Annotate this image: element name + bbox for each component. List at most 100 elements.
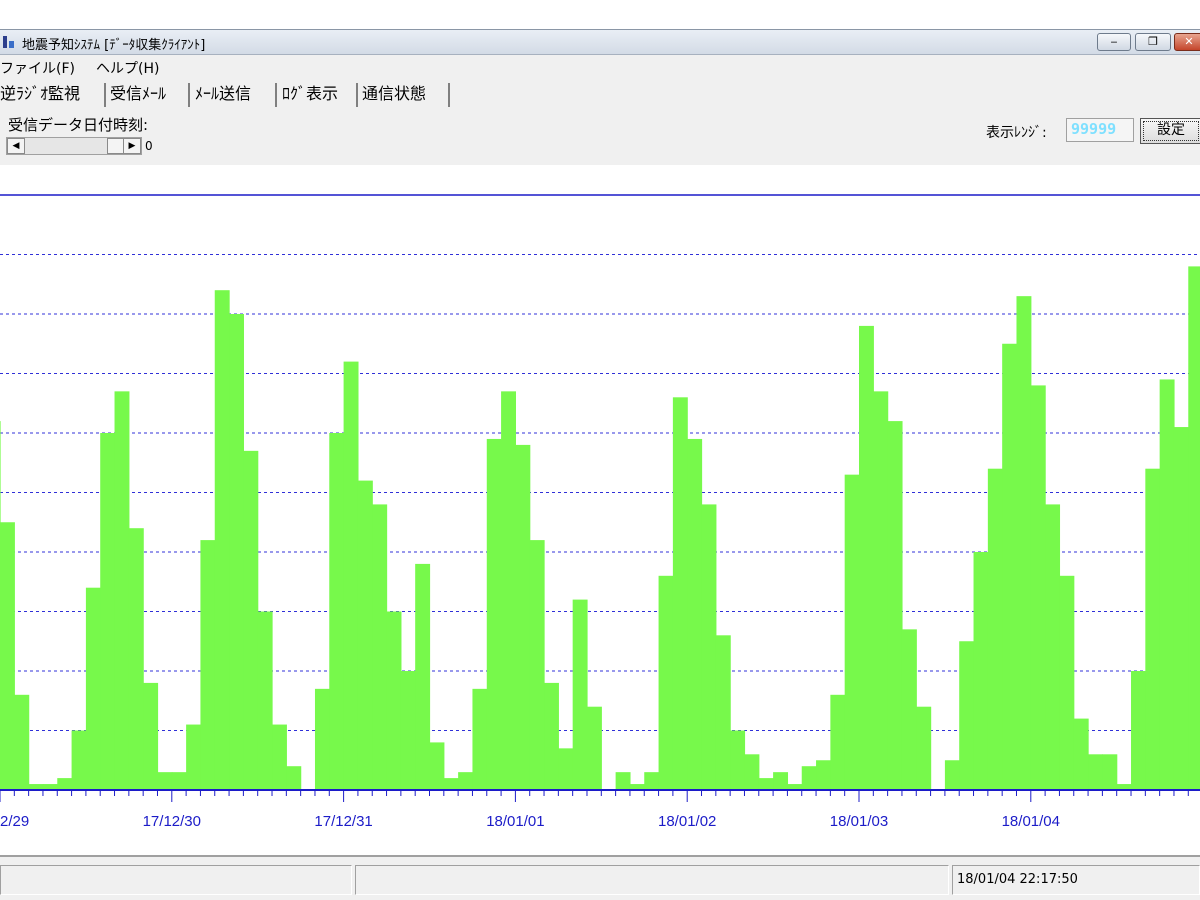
chart-area: 17/12/29 17/12/30 17/12/31 18/01/01 18/01/02… <box>0 165 1200 855</box>
tab-log-view[interactable]: ﾛｸﾞ表示 <box>282 83 358 107</box>
data-bar <box>529 540 545 790</box>
status-timestamp: 18/01/04 22:17:50 <box>952 865 1200 895</box>
data-bar <box>458 772 474 790</box>
data-bar <box>486 438 502 790</box>
set-button[interactable]: 設定 <box>1140 118 1200 144</box>
data-bar <box>1188 266 1200 790</box>
data-bar <box>85 587 101 790</box>
received-date-label: 受信データ日付時刻: <box>8 116 149 134</box>
data-bar <box>773 772 789 790</box>
data-bar <box>715 635 731 790</box>
data-bar <box>501 391 516 790</box>
data-bar <box>157 772 173 790</box>
data-bar <box>1145 468 1161 790</box>
tab-bar: 逆ﾗｼﾞｵ監視 受信ﾒｰﾙ ﾒｰﾙ送信 ﾛｸﾞ表示 通信状態 <box>0 79 1200 109</box>
data-bar <box>386 611 402 790</box>
data-bar <box>816 760 831 790</box>
data-bar <box>143 682 159 790</box>
tab-communication-status[interactable]: 通信状態 <box>362 83 450 107</box>
data-bar <box>830 694 846 790</box>
x-tick-label: 18/01/01 <box>486 813 544 830</box>
data-bar <box>0 522 15 790</box>
x-tick-label: 18/01/02 <box>658 813 716 830</box>
minimize-button[interactable]: ‒ <box>1097 33 1131 51</box>
data-bar <box>357 480 373 790</box>
data-bar <box>1102 754 1118 790</box>
data-bar <box>944 760 960 790</box>
data-bar <box>257 611 273 790</box>
data-bar <box>272 724 287 790</box>
data-bar <box>1159 379 1175 790</box>
data-bar <box>687 438 703 790</box>
data-bar <box>701 504 717 790</box>
tab-received-mail[interactable]: 受信ﾒｰﾙ <box>110 83 190 107</box>
data-bar <box>987 468 1003 790</box>
data-bar <box>1131 671 1146 790</box>
tab-reverse-radio-monitor[interactable]: 逆ﾗｼﾞｵ監視 <box>0 83 106 107</box>
data-bar <box>1045 504 1061 790</box>
status-panel-1 <box>0 865 352 895</box>
data-bar <box>959 641 975 790</box>
scroll-left-arrow-icon[interactable]: ◀ <box>7 138 25 154</box>
data-bar <box>1173 427 1189 790</box>
data-bar <box>286 766 302 790</box>
data-bar <box>615 772 631 790</box>
data-bar <box>758 778 774 790</box>
menu-bar: ファイル(F) ヘルプ(H) <box>0 55 1200 79</box>
x-tick-label: 18/01/04 <box>1002 813 1060 830</box>
data-bar <box>1073 718 1089 790</box>
data-bar <box>372 504 388 790</box>
data-bar <box>71 730 87 790</box>
data-bar <box>672 397 688 790</box>
data-bar <box>730 730 746 790</box>
data-bar <box>114 391 130 790</box>
data-bar <box>14 694 30 790</box>
data-bar <box>229 314 244 790</box>
data-bar <box>214 290 230 790</box>
maximize-button[interactable]: ❐ <box>1135 33 1171 51</box>
window-title: 地震予知ｼｽﾃﾑ [ﾃﾞｰﾀ収集ｸﾗｲｱﾝﾄ] <box>22 38 206 53</box>
status-bar: 18/01/04 22:17:50 <box>0 855 1200 900</box>
tab-send-mail[interactable]: ﾒｰﾙ送信 <box>195 83 277 107</box>
close-button[interactable]: ✕ <box>1174 33 1200 51</box>
data-bar <box>873 391 889 790</box>
scroll-value: 0 <box>145 139 153 153</box>
data-bar <box>572 599 588 790</box>
x-tick-label: 17/12/29 <box>0 813 29 830</box>
data-bar <box>128 528 144 790</box>
data-bar <box>801 766 817 790</box>
data-bar <box>558 748 574 790</box>
data-bar <box>200 540 216 790</box>
control-panel: 受信データ日付時刻: ◀ ▶ 0 表示ﾚﾝｼﾞ: 99999 設定 <box>0 109 1200 165</box>
data-bar <box>916 706 932 790</box>
data-bar <box>343 361 359 790</box>
data-bar <box>400 671 416 790</box>
data-bar <box>243 450 259 790</box>
data-bar <box>644 772 660 790</box>
data-bar <box>515 444 531 790</box>
data-bar <box>844 474 860 790</box>
data-bar <box>544 682 559 790</box>
data-bar <box>100 433 116 790</box>
data-bar <box>887 421 903 790</box>
data-bar <box>1088 754 1103 790</box>
data-bar <box>329 433 345 790</box>
data-bar <box>744 754 760 790</box>
data-bar <box>1016 296 1032 790</box>
data-bar <box>901 629 917 790</box>
menu-file[interactable]: ファイル(F) <box>0 58 75 78</box>
data-bar <box>1002 343 1018 790</box>
x-tick-label: 18/01/03 <box>830 813 888 830</box>
data-bar <box>429 742 445 790</box>
title-bar[interactable]: 地震予知ｼｽﾃﾑ [ﾃﾞｰﾀ収集ｸﾗｲｱﾝﾄ] ‒ ❐ ✕ <box>0 29 1200 55</box>
display-range-input[interactable]: 99999 <box>1066 118 1134 142</box>
data-bar <box>1030 385 1046 790</box>
date-scrollbar[interactable]: ◀ ▶ <box>6 137 142 155</box>
data-bar <box>859 325 874 790</box>
data-bar <box>973 552 989 790</box>
scroll-right-arrow-icon[interactable]: ▶ <box>123 138 141 154</box>
data-bar <box>171 772 187 790</box>
menu-help[interactable]: ヘルプ(H) <box>96 58 159 78</box>
x-tick-label: 17/12/30 <box>143 813 201 830</box>
status-panel-2 <box>355 865 949 895</box>
